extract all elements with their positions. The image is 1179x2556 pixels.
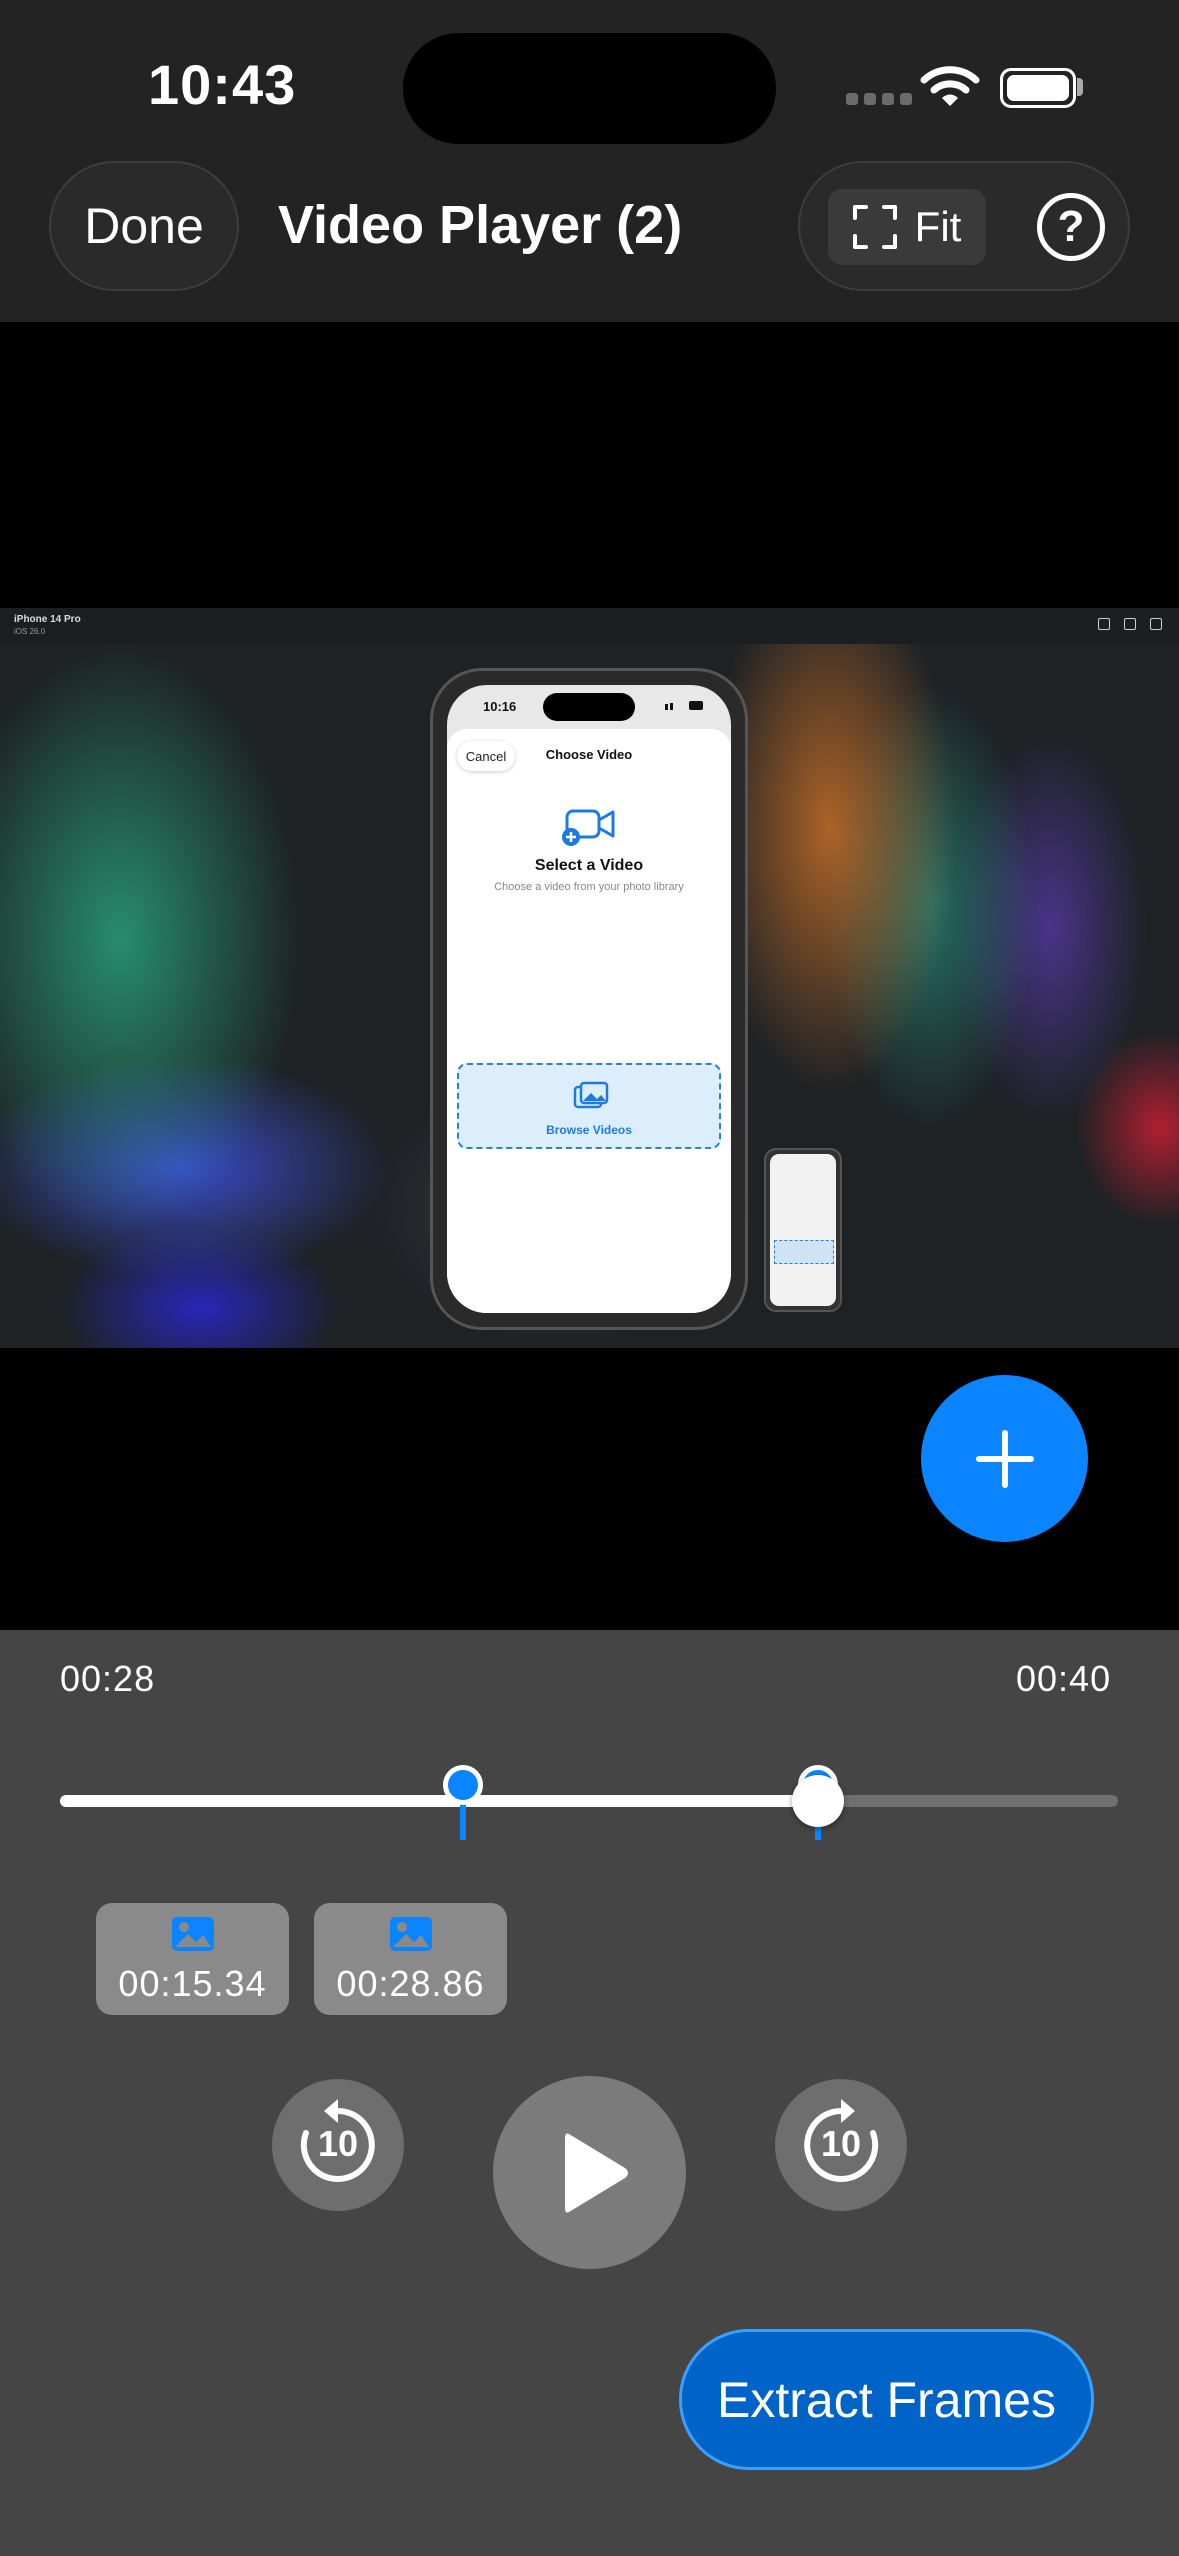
total-time: 00:40 — [1016, 1658, 1112, 1699]
frame-chip-label: 00:28.86 — [336, 1963, 485, 2004]
dynamic-island — [403, 33, 776, 144]
browse-videos-label: Browse Videos — [546, 1123, 632, 1137]
simulated-phone: 10:16 Choose Video Cancel Select a Video… — [430, 668, 748, 1330]
sheet-cancel-button: Cancel — [457, 741, 515, 771]
done-button[interactable]: Done — [49, 161, 239, 291]
browse-videos-area: Browse Videos — [457, 1063, 721, 1149]
rotate-icon — [1150, 618, 1162, 630]
extract-frames-button[interactable]: Extract Frames — [679, 2329, 1094, 2470]
mini-browse-area — [774, 1240, 834, 1264]
photos-icon — [573, 1081, 609, 1109]
current-time: 00:28 — [60, 1658, 156, 1699]
device-label: iPhone 14 Pro — [14, 614, 81, 625]
screenshot-icon — [1124, 618, 1136, 630]
home-icon — [1098, 618, 1110, 630]
skip-forward-button[interactable]: 10 — [775, 2079, 907, 2211]
os-label: iOS 26.0 — [14, 627, 46, 636]
battery-cap — [1077, 78, 1083, 96]
frame-marker-line — [460, 1800, 466, 1840]
frame-chip[interactable]: 00:15.34 — [96, 1903, 289, 2015]
select-video-heading: Select a Video — [534, 857, 644, 874]
add-button[interactable] — [921, 1375, 1088, 1542]
fit-label: Fit — [914, 203, 962, 250]
timeline-scrubber[interactable] — [792, 1775, 844, 1827]
status-time: 10:43 — [148, 53, 297, 116]
help-button[interactable]: ? — [1037, 193, 1105, 261]
skip-back-button[interactable]: 10 — [272, 2079, 404, 2211]
choose-video-sheet: Choose Video Cancel Select a Video Choos… — [447, 729, 731, 1313]
cellular-signal-icon — [846, 92, 918, 110]
skip-forward-label: 10 — [820, 2123, 862, 2164]
mini-phone-preview — [764, 1148, 842, 1312]
frame-chip[interactable]: 00:28.86 — [314, 1903, 507, 2015]
simulated-status-icons — [665, 701, 703, 710]
fit-button[interactable]: Fit — [828, 189, 986, 265]
play-icon — [565, 2133, 628, 2213]
video-frame: iPhone 14 Pro iOS 26.0 10:16 Choose Vide… — [0, 608, 1179, 1348]
mini-phone-screen — [770, 1154, 836, 1306]
frame-chip-label: 00:15.34 — [118, 1963, 267, 2004]
photo-icon — [390, 1917, 432, 1951]
select-video-subheading: Choose a video from your photo library — [494, 881, 684, 893]
timeline-progress — [60, 1795, 818, 1807]
fit-icon — [852, 205, 897, 249]
page-title: Video Player (2) — [278, 195, 683, 255]
video-add-icon — [562, 809, 615, 846]
photo-icon — [172, 1917, 214, 1951]
simulated-dynamic-island — [543, 693, 635, 721]
play-button[interactable] — [493, 2076, 686, 2269]
simulated-time: 10:16 — [483, 699, 517, 714]
wifi-icon — [920, 64, 980, 113]
plus-icon — [975, 1429, 1034, 1488]
battery-icon — [1000, 68, 1076, 108]
frame-marker[interactable] — [443, 1765, 483, 1805]
simulated-phone-screen: 10:16 Choose Video Cancel Select a Video… — [447, 685, 731, 1313]
skip-back-label: 10 — [317, 2123, 359, 2164]
simulator-title-bar: iPhone 14 Pro iOS 26.0 — [0, 608, 1179, 644]
